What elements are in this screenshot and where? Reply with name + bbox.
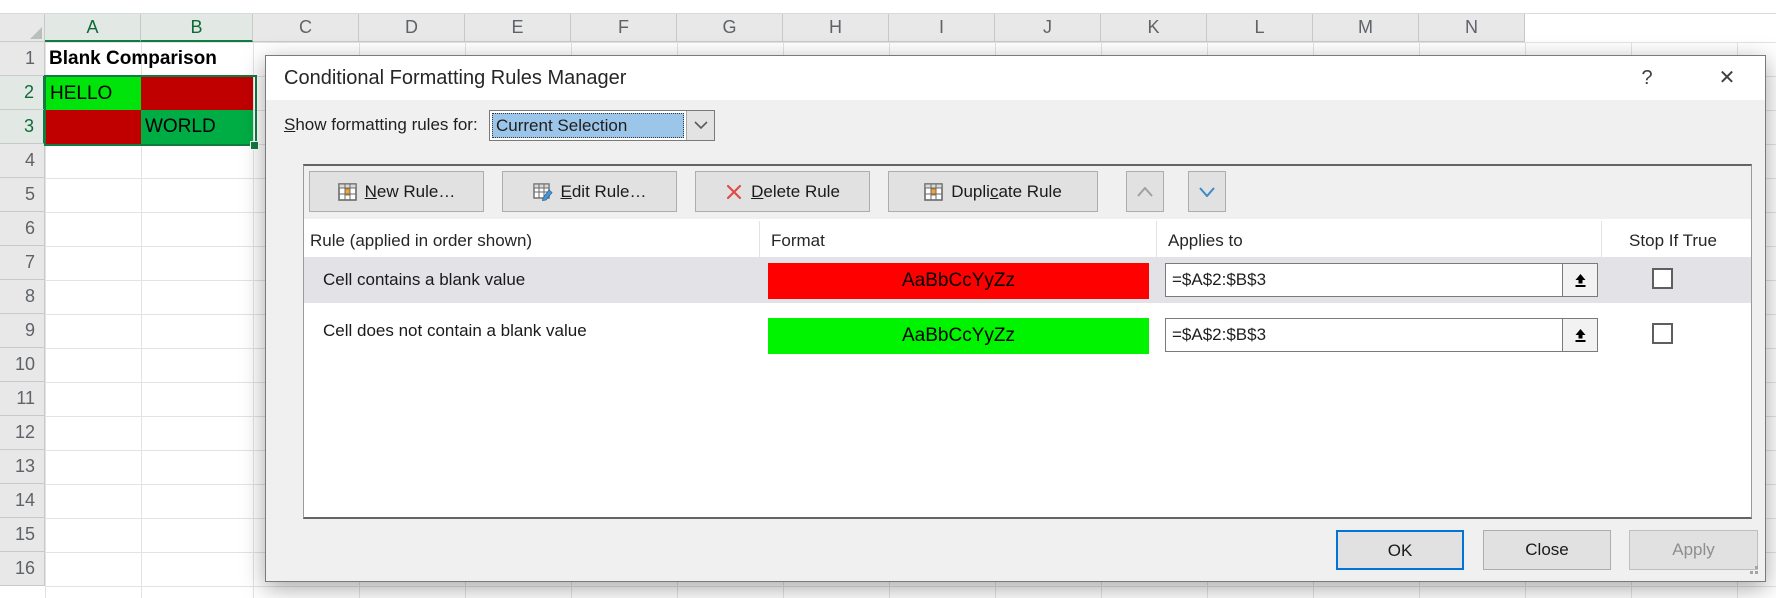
formula-bar-edge	[0, 0, 1776, 14]
row-header-2[interactable]: 2	[0, 76, 45, 110]
column-header-applies-to: Applies to	[1168, 226, 1243, 256]
row-header-6[interactable]: 6	[0, 212, 45, 246]
column-header-L[interactable]: L	[1207, 14, 1313, 42]
new-rule-label: New Rule…	[365, 182, 456, 202]
dialog-title: Conditional Formatting Rules Manager	[284, 67, 626, 90]
column-header-C[interactable]: C	[253, 14, 359, 42]
ok-button[interactable]: OK	[1336, 530, 1464, 570]
show-rules-label-key: S	[284, 115, 295, 134]
row-header-7[interactable]: 7	[0, 246, 45, 280]
rules-panel: New Rule… Edit Rule… Delete Rule	[303, 164, 1752, 519]
column-header-J[interactable]: J	[995, 14, 1101, 42]
row-header-9[interactable]: 9	[0, 314, 45, 348]
show-rules-dropdown-value[interactable]: Current Selection	[492, 113, 684, 138]
column-header-stop-if-true: Stop If True	[1608, 226, 1738, 256]
show-rules-label-rest: how formatting rules for:	[295, 115, 477, 134]
apply-button[interactable]: Apply	[1629, 530, 1758, 570]
edit-rule-button[interactable]: Edit Rule…	[502, 171, 677, 212]
stop-if-true-checkbox-2[interactable]	[1652, 323, 1673, 344]
column-header-H[interactable]: H	[783, 14, 889, 42]
column-header-M[interactable]: M	[1313, 14, 1419, 42]
duplicate-rule-label: Duplicate Rule	[951, 182, 1062, 202]
row-header-5[interactable]: 5	[0, 178, 45, 212]
row-header-4[interactable]: 4	[0, 144, 45, 178]
edit-rule-pencil-icon	[533, 183, 553, 201]
column-header-N[interactable]: N	[1419, 14, 1525, 42]
column-divider	[1156, 221, 1157, 259]
column-header-A[interactable]: A	[45, 14, 141, 42]
rule-name: Cell does not contain a blank value	[323, 303, 587, 359]
cell-B2[interactable]	[141, 77, 253, 110]
column-header-E[interactable]: E	[465, 14, 571, 42]
show-rules-label: Show formatting rules for:	[284, 115, 478, 135]
new-rule-button[interactable]: New Rule…	[309, 171, 484, 212]
format-preview-red: AaBbCcYyZz	[768, 263, 1149, 299]
column-header-B[interactable]: B	[141, 14, 253, 42]
column-header-F[interactable]: F	[571, 14, 677, 42]
resize-grip[interactable]	[1746, 562, 1758, 574]
range-select-arrow-icon	[1573, 328, 1588, 343]
conditional-formatting-rules-manager-dialog: Conditional Formatting Rules Manager ? ✕…	[265, 55, 1766, 582]
row-header-10[interactable]: 10	[0, 348, 45, 382]
close-dialog-button[interactable]: ✕	[1712, 64, 1742, 92]
screen: ABCDEFGHIJKLMN12345678910111213141516 Bl…	[0, 0, 1776, 598]
close-button[interactable]: Close	[1483, 530, 1611, 570]
collapse-range-button-2[interactable]	[1563, 318, 1598, 352]
chevron-up-icon	[1137, 187, 1153, 197]
row-header-13[interactable]: 13	[0, 450, 45, 484]
row-header-3[interactable]: 3	[0, 110, 45, 144]
delete-rule-button[interactable]: Delete Rule	[695, 171, 870, 212]
row-header-16[interactable]: 16	[0, 552, 45, 586]
chevron-down-icon	[694, 121, 708, 130]
applies-to-input-2[interactable]: =$A$2:$B$3	[1165, 318, 1563, 352]
row-header-8[interactable]: 8	[0, 280, 45, 314]
collapse-range-button-1[interactable]	[1563, 263, 1598, 297]
row-header-1[interactable]: 1	[0, 42, 45, 76]
select-all-corner[interactable]	[0, 14, 45, 42]
applies-to-input-1[interactable]: =$A$2:$B$3	[1165, 263, 1563, 297]
row-header-12[interactable]: 12	[0, 416, 45, 450]
column-header-format: Format	[771, 226, 825, 256]
new-rule-grid-icon	[338, 183, 357, 201]
row-header-14[interactable]: 14	[0, 484, 45, 518]
cell-A2[interactable]: HELLO	[46, 77, 141, 110]
show-rules-dropdown[interactable]: Current Selection	[489, 110, 715, 141]
row-header-15[interactable]: 15	[0, 518, 45, 552]
row-header-11[interactable]: 11	[0, 382, 45, 416]
range-select-arrow-icon	[1573, 273, 1588, 288]
duplicate-rule-button[interactable]: Duplicate Rule	[888, 171, 1098, 212]
column-divider	[1601, 221, 1602, 259]
duplicate-grid-icon	[924, 183, 943, 201]
delete-rule-label: Delete Rule	[751, 182, 840, 202]
move-rule-down-button[interactable]	[1188, 171, 1226, 212]
cell-A3[interactable]	[46, 110, 141, 144]
edit-rule-label: Edit Rule…	[561, 182, 647, 202]
column-header-I[interactable]: I	[889, 14, 995, 42]
show-rules-dropdown-arrow[interactable]	[686, 111, 714, 140]
move-rule-up-button[interactable]	[1126, 171, 1164, 212]
fill-handle[interactable]	[250, 141, 259, 150]
stop-if-true-checkbox-1[interactable]	[1652, 268, 1673, 289]
format-preview-green: AaBbCcYyZz	[768, 318, 1149, 354]
column-header-G[interactable]: G	[677, 14, 783, 42]
chevron-down-icon	[1199, 187, 1215, 197]
delete-x-icon	[725, 183, 743, 201]
cell-B3[interactable]: WORLD	[141, 110, 253, 144]
column-divider	[759, 221, 760, 259]
help-button[interactable]: ?	[1632, 64, 1662, 92]
column-header-rule: Rule (applied in order shown)	[310, 226, 532, 256]
column-header-K[interactable]: K	[1101, 14, 1207, 42]
rule-name: Cell contains a blank value	[323, 257, 525, 303]
column-header-D[interactable]: D	[359, 14, 465, 42]
